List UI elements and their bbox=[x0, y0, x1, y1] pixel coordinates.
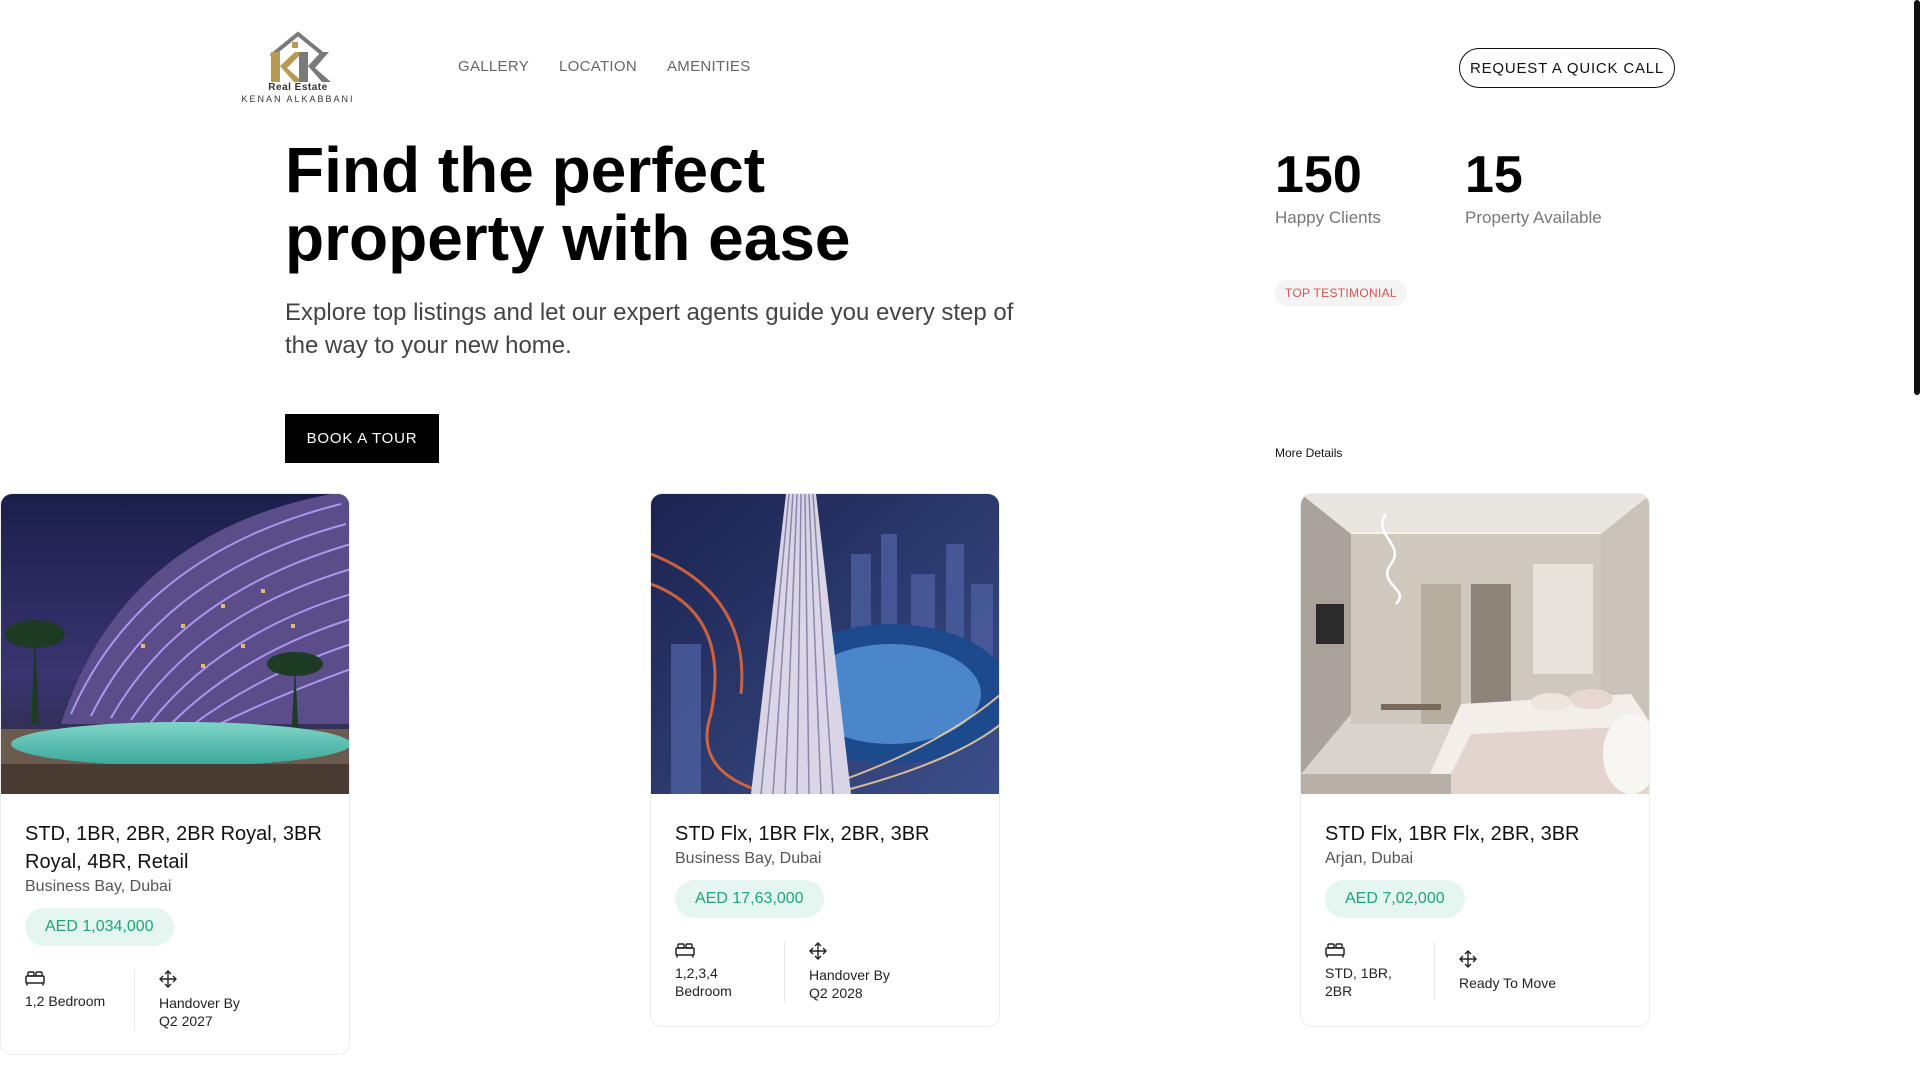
listing-features: 1,2 Bedroom Handover By Q2 2027 bbox=[25, 970, 325, 1030]
listing-price: AED 7,02,000 bbox=[1325, 880, 1465, 918]
listing-title: STD Flx, 1BR Flx, 2BR, 3BR bbox=[1325, 823, 1580, 845]
listing-card[interactable]: STD, 1BR, 2BR, 2BR Royal, 3BR Royal, 4BR… bbox=[0, 493, 350, 1055]
listing-features: STD, 1BR, 2BR Ready To Move bbox=[1325, 942, 1625, 1000]
feature-bedrooms: 1,2,3,4 Bedroom bbox=[675, 942, 785, 1002]
move-arrows-icon bbox=[1459, 950, 1477, 968]
feature-bedrooms: 1,2 Bedroom bbox=[25, 970, 135, 1030]
nav-amenities[interactable]: AMENITIES bbox=[667, 58, 751, 75]
listing-body: STD Flx, 1BR Flx, 2BR, 3BR Arjan, Dubai … bbox=[1301, 794, 1649, 1024]
listing-card[interactable]: STD Flx, 1BR Flx, 2BR, 3BR Arjan, Dubai … bbox=[1300, 493, 1650, 1027]
listing-title: STD, 1BR, 2BR, 2BR Royal, 3BR Royal, 4BR… bbox=[25, 823, 322, 873]
nav-location[interactable]: LOCATION bbox=[559, 58, 637, 75]
brand-tagline: Real Estate bbox=[268, 82, 328, 93]
move-arrows-icon bbox=[809, 942, 827, 960]
listing-features: 1,2,3,4 Bedroom Handover By Q2 2028 bbox=[675, 942, 975, 1002]
bed-icon bbox=[25, 971, 45, 986]
more-details-link[interactable]: More Details bbox=[1275, 446, 1342, 460]
hero-title: Find the perfect property with ease bbox=[285, 134, 851, 274]
stat-label: Property Available bbox=[1465, 208, 1602, 227]
bed-icon bbox=[1325, 943, 1345, 958]
stat-value: 150 bbox=[1275, 146, 1362, 204]
brand-name: KENAN ALKABBANI bbox=[241, 94, 355, 104]
feature-text: 1,2 Bedroom bbox=[25, 993, 106, 1009]
listing-photo bbox=[1301, 494, 1649, 794]
stat-property-available: 15 Property Available bbox=[1465, 146, 1602, 228]
book-tour-button[interactable]: BOOK A TOUR bbox=[285, 414, 439, 463]
hero-subtitle: Explore top listings and let our expert … bbox=[285, 299, 1014, 359]
move-arrows-icon bbox=[159, 970, 177, 988]
listing-photo bbox=[1, 494, 349, 794]
feature-handover: Handover By Q2 2028 bbox=[785, 942, 909, 1002]
listing-price: AED 17,63,000 bbox=[675, 880, 824, 918]
request-quick-call-button[interactable]: REQUEST A QUICK CALL bbox=[1459, 48, 1675, 88]
page-scrollbar[interactable] bbox=[1914, 0, 1920, 1080]
feature-handover: Ready To Move bbox=[1435, 942, 1556, 1000]
listing-title: STD Flx, 1BR Flx, 2BR, 3BR bbox=[675, 823, 930, 845]
feature-text: Handover By Q2 2027 bbox=[159, 995, 240, 1029]
listing-location: Arjan, Dubai bbox=[1325, 850, 1414, 867]
stat-label: Happy Clients bbox=[1275, 208, 1381, 227]
feature-text: STD, 1BR, 2BR bbox=[1325, 965, 1392, 999]
listing-price: AED 1,034,000 bbox=[25, 908, 174, 946]
listing-card[interactable]: STD Flx, 1BR Flx, 2BR, 3BR Business Bay,… bbox=[650, 493, 1000, 1027]
feature-text: Ready To Move bbox=[1459, 975, 1557, 991]
logo-mark-icon bbox=[269, 31, 331, 82]
feature-text: 1,2,3,4 Bedroom bbox=[675, 965, 732, 999]
stat-value: 15 bbox=[1465, 146, 1523, 204]
listing-body: STD, 1BR, 2BR, 2BR Royal, 3BR Royal, 4BR… bbox=[1, 794, 349, 1054]
scrollbar-thumb[interactable] bbox=[1914, 0, 1920, 395]
bed-icon bbox=[675, 943, 695, 958]
feature-handover: Handover By Q2 2027 bbox=[135, 970, 259, 1030]
brand-logo[interactable]: Real Estate KENAN ALKABBANI bbox=[236, 28, 360, 108]
feature-bedrooms: STD, 1BR, 2BR bbox=[1325, 942, 1435, 1000]
nav-gallery[interactable]: GALLERY bbox=[458, 58, 529, 75]
feature-text: Handover By Q2 2028 bbox=[809, 967, 890, 1001]
stat-happy-clients: 150 Happy Clients bbox=[1275, 146, 1381, 228]
listing-photo bbox=[651, 494, 999, 794]
top-testimonial-badge: TOP TESTIMONIAL bbox=[1275, 280, 1407, 306]
listing-body: STD Flx, 1BR Flx, 2BR, 3BR Business Bay,… bbox=[651, 794, 999, 1026]
main-nav: GALLERY LOCATION AMENITIES bbox=[458, 58, 751, 75]
listing-location: Business Bay, Dubai bbox=[25, 878, 172, 895]
listing-location: Business Bay, Dubai bbox=[675, 850, 822, 867]
